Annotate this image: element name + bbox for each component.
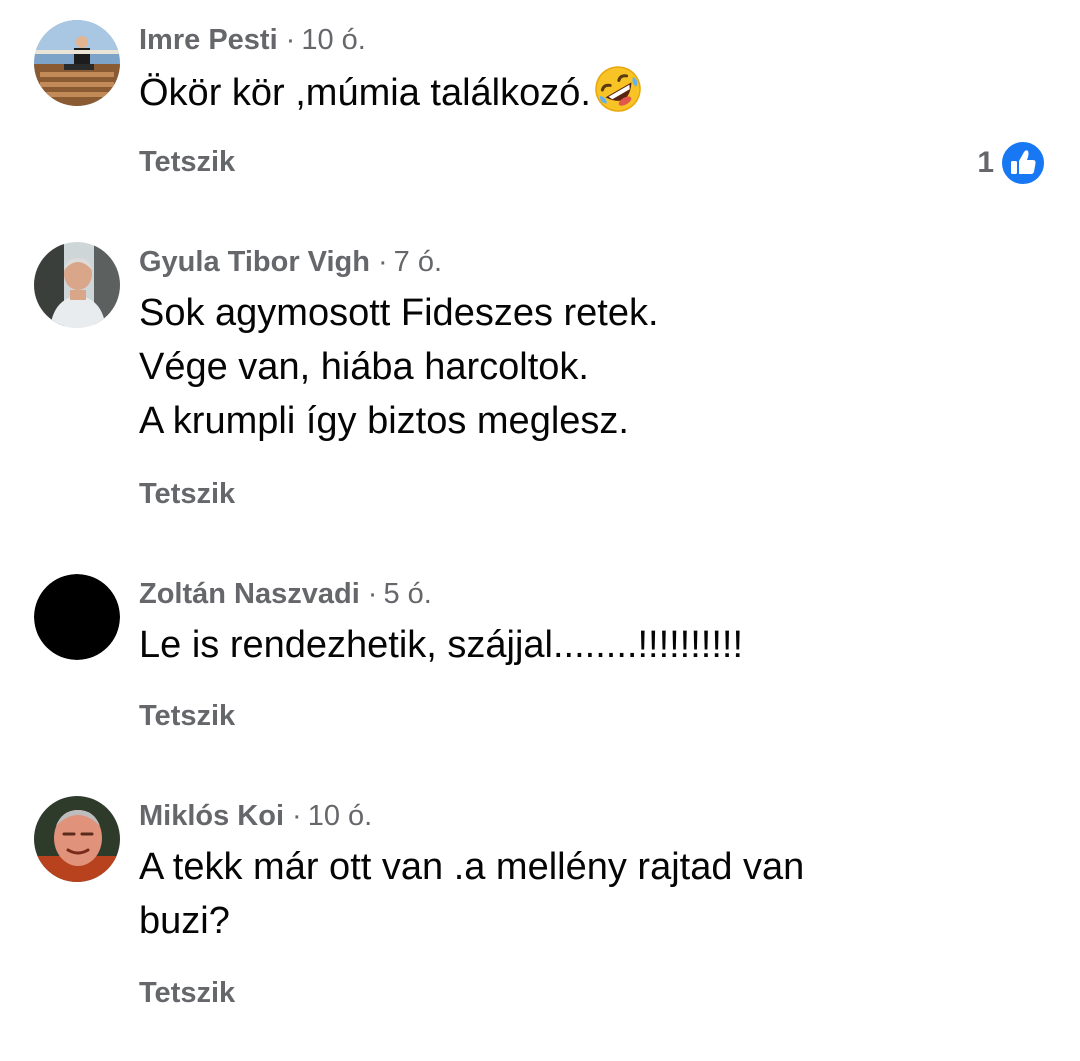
avatar-photo-icon (34, 574, 120, 660)
like-button[interactable]: Tetszik (139, 700, 235, 733)
comment-text-line: A krumpli így biztos meglesz. (139, 400, 629, 442)
comment-text-line: Vége van, hiába harcoltok. (139, 346, 589, 388)
author-name[interactable]: Imre Pesti (139, 24, 278, 56)
meta-separator: · (285, 24, 296, 56)
reaction-count: 1 (977, 146, 994, 179)
comment-text: Le is rendezhetik, szájjal........!!!!!!… (139, 618, 743, 672)
comment-time[interactable]: 10 ó. (301, 24, 366, 56)
author-name[interactable]: Miklós Koi (139, 800, 284, 832)
thumbs-up-icon (1000, 140, 1046, 186)
comment-text-line-content: Ökör kör ,múmia találkozó. (139, 72, 591, 114)
comment-text-line: buzi? (139, 900, 230, 942)
avatar[interactable] (34, 574, 120, 660)
comment-text: A tekk már ott van .a mellény rajtad van… (139, 840, 804, 948)
meta-separator: · (367, 578, 378, 610)
comment-text-line: Ökör kör ,múmia találkozó. (139, 64, 643, 120)
avatar[interactable] (34, 242, 120, 328)
comment-meta: Imre Pesti · 10 ó. (139, 22, 366, 58)
comment-text: Ökör kör ,múmia találkozó. (139, 64, 643, 120)
comment-meta: Zoltán Naszvadi · 5 ó. (139, 576, 432, 612)
reaction-summary[interactable]: 1 (977, 140, 1046, 186)
comment-text-line: A tekk már ott van .a mellény rajtad van (139, 846, 805, 888)
meta-separator: · (377, 246, 388, 278)
comment-time[interactable]: 7 ó. (394, 246, 442, 278)
comment-meta: Gyula Tibor Vigh · 7 ó. (139, 244, 442, 280)
avatar-photo-icon (34, 242, 120, 328)
like-button[interactable]: Tetszik (139, 977, 235, 1010)
like-button[interactable]: Tetszik (139, 146, 235, 179)
comment-text-line: Le is rendezhetik, szájjal........!!!!!!… (139, 624, 744, 666)
comment-text: Sok agymosott Fideszes retek. Vége van, … (139, 286, 659, 448)
avatar-photo-icon (34, 20, 120, 106)
comment-meta: Miklós Koi · 10 ó. (139, 798, 372, 834)
like-button[interactable]: Tetszik (139, 478, 235, 511)
avatar-photo-icon (34, 796, 120, 882)
avatar[interactable] (34, 20, 120, 106)
comment-text-line: Sok agymosott Fideszes retek. (139, 292, 659, 334)
comment-time[interactable]: 10 ó. (308, 800, 373, 832)
comment-time[interactable]: 5 ó. (383, 578, 431, 610)
author-name[interactable]: Gyula Tibor Vigh (139, 246, 370, 278)
meta-separator: · (292, 800, 302, 832)
author-name[interactable]: Zoltán Naszvadi (139, 578, 360, 610)
rolling-on-floor-laughing-emoji (595, 66, 641, 112)
avatar[interactable] (34, 796, 120, 882)
